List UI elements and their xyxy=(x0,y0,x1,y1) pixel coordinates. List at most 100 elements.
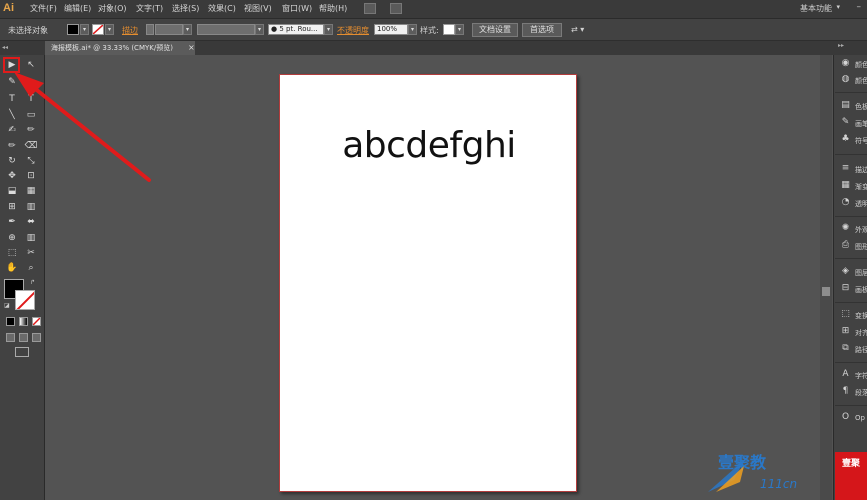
close-icon[interactable]: × xyxy=(188,41,195,55)
gradient-icon[interactable]: ▦ xyxy=(840,180,851,191)
stroke-weight-stepper[interactable] xyxy=(146,24,154,35)
appearance-icon[interactable]: ✺ xyxy=(840,223,851,234)
artboard[interactable]: abcdefghi xyxy=(279,74,577,492)
menu-select[interactable]: 选择(S) xyxy=(172,3,199,14)
eyedropper-tool[interactable]: ✒ xyxy=(5,216,19,229)
slice-tool[interactable]: ✂ xyxy=(24,247,38,260)
paragraph-label[interactable]: 段落 xyxy=(855,388,867,398)
menu-view[interactable]: 视图(V) xyxy=(244,3,272,14)
color-guide-icon[interactable]: ◉ xyxy=(840,58,851,69)
blend-tool[interactable]: ⬌ xyxy=(24,216,38,229)
variable-width-profile[interactable] xyxy=(197,24,255,35)
profile-dropdown-icon[interactable]: ▾ xyxy=(255,24,264,35)
document-tab[interactable]: 海报模板.ai* @ 33.33% (CMYK/预览) xyxy=(45,41,195,55)
preferences-button[interactable]: 首选项 xyxy=(522,23,562,37)
menu-object[interactable]: 对象(O) xyxy=(98,3,127,14)
draw-behind-icon[interactable] xyxy=(19,333,28,342)
opentype-label[interactable]: Op xyxy=(855,414,865,422)
gradient-label[interactable]: 渐变 xyxy=(855,182,867,192)
character-label[interactable]: 字符 xyxy=(855,371,867,381)
brushes-icon[interactable]: ✎ xyxy=(840,117,851,128)
symbol-sprayer-tool[interactable]: ⊕ xyxy=(5,232,19,245)
scrollbar-thumb[interactable] xyxy=(822,287,830,296)
pathfinder-label[interactable]: 路径 xyxy=(855,345,867,355)
menu-file[interactable]: 文件(F) xyxy=(30,3,57,14)
paragraph-icon[interactable]: ¶ xyxy=(840,386,851,397)
zoom-tool[interactable]: ⌕ xyxy=(24,262,38,275)
swatches-label[interactable]: 色板 xyxy=(855,102,867,112)
stroke-dropdown-icon[interactable]: ▾ xyxy=(105,24,114,35)
appearance-label[interactable]: 外观 xyxy=(855,225,867,235)
transform-icon[interactable]: ⬚ xyxy=(840,309,851,320)
stroke-weight-field[interactable] xyxy=(155,24,183,35)
color-label[interactable]: 颜色 xyxy=(855,76,867,86)
stroke-color-swatch[interactable] xyxy=(92,24,104,35)
stroke-panel-label[interactable]: 描边 xyxy=(855,165,867,175)
hand-tool[interactable]: ✋ xyxy=(5,262,19,275)
color-icon[interactable]: ◍ xyxy=(840,74,851,85)
layers-label[interactable]: 图层 xyxy=(855,268,867,278)
menu-type[interactable]: 文字(T) xyxy=(136,3,163,14)
artboards-icon[interactable]: ⊟ xyxy=(840,283,851,294)
chevron-down-icon[interactable]: ▾ xyxy=(836,3,840,11)
graphic-styles-label[interactable]: 图形 xyxy=(855,242,867,252)
brushes-label[interactable]: 画笔 xyxy=(855,119,867,129)
minimize-icon[interactable]: – xyxy=(857,2,862,12)
draw-inside-icon[interactable] xyxy=(32,333,41,342)
opacity-label[interactable]: 不透明度 xyxy=(337,25,369,36)
stroke-weight-dropdown-icon[interactable]: ▾ xyxy=(183,24,192,35)
layers-icon[interactable]: ◈ xyxy=(840,266,851,277)
graphic-style-swatch[interactable] xyxy=(443,24,455,35)
artboard-tool[interactable]: ⬚ xyxy=(5,247,19,260)
brush-dropdown-icon[interactable]: ▾ xyxy=(324,24,333,35)
workspace-switcher[interactable]: 基本功能 xyxy=(800,3,832,14)
stroke-icon[interactable]: ≡ xyxy=(840,163,851,174)
column-graph-tool[interactable]: ▥ xyxy=(24,232,38,245)
artboard-text[interactable]: abcdefghi xyxy=(280,125,578,166)
arrange-documents-button[interactable] xyxy=(390,3,402,14)
stroke-label[interactable]: 描边 xyxy=(122,25,138,36)
mesh-tool[interactable]: ⊞ xyxy=(5,201,19,214)
symbols-icon[interactable]: ♣ xyxy=(840,134,851,145)
collapse-toolbox-icon[interactable]: ◂◂ xyxy=(2,41,8,55)
default-colors-icon[interactable]: ◪ xyxy=(4,302,10,309)
brush-definition[interactable]: ● 5 pt. Rou... xyxy=(268,24,324,35)
transparency-label[interactable]: 透明 xyxy=(855,199,867,209)
fill-color-swatch[interactable] xyxy=(67,24,79,35)
style-dropdown-icon[interactable]: ▾ xyxy=(455,24,464,35)
align-icon[interactable]: ⊞ xyxy=(840,326,851,337)
color-guide-label[interactable]: 颜色 xyxy=(855,60,867,70)
symbols-label[interactable]: 符号 xyxy=(855,136,867,146)
draw-normal-icon[interactable] xyxy=(6,333,15,342)
opentype-icon[interactable]: O xyxy=(840,412,851,423)
menu-help[interactable]: 帮助(H) xyxy=(319,3,347,14)
none-mode-icon[interactable] xyxy=(32,317,41,326)
transform-label[interactable]: 变换 xyxy=(855,311,867,321)
arrange-icon[interactable]: ⇄ ▾ xyxy=(571,25,584,34)
opacity-dropdown-icon[interactable]: ▾ xyxy=(408,24,417,35)
expand-panels-icon[interactable]: ▸▸ xyxy=(838,42,844,49)
stroke-color-box[interactable] xyxy=(15,290,35,310)
swatches-icon[interactable]: ▤ xyxy=(840,100,851,111)
menu-window[interactable]: 窗口(W) xyxy=(282,3,312,14)
panel-divider xyxy=(835,405,867,406)
align-label[interactable]: 对齐 xyxy=(855,328,867,338)
character-icon[interactable]: A xyxy=(840,369,851,380)
fill-dropdown-icon[interactable]: ▾ xyxy=(80,24,89,35)
graphic-styles-icon[interactable]: ⎙ xyxy=(840,240,851,251)
document-setup-button[interactable]: 文档设置 xyxy=(472,23,518,37)
gradient-tool[interactable]: ▥ xyxy=(24,201,38,214)
menu-edit[interactable]: 编辑(E) xyxy=(64,3,91,14)
panel-scrollbar[interactable] xyxy=(820,55,832,500)
gradient-mode-icon[interactable] xyxy=(19,317,28,326)
screen-mode-icon[interactable] xyxy=(15,347,29,357)
artboards-label[interactable]: 画板 xyxy=(855,285,867,295)
opacity-field[interactable]: 100% xyxy=(374,24,408,35)
transparency-icon[interactable]: ◔ xyxy=(840,197,851,208)
pathfinder-icon[interactable]: ⧉ xyxy=(840,343,851,354)
watermark-stamp: 壹聚 xyxy=(835,452,867,500)
color-mode-icon[interactable] xyxy=(6,317,15,326)
bridge-button[interactable] xyxy=(364,3,376,14)
menu-effect[interactable]: 效果(C) xyxy=(208,3,236,14)
swap-colors-icon[interactable]: ↱ xyxy=(30,279,35,286)
